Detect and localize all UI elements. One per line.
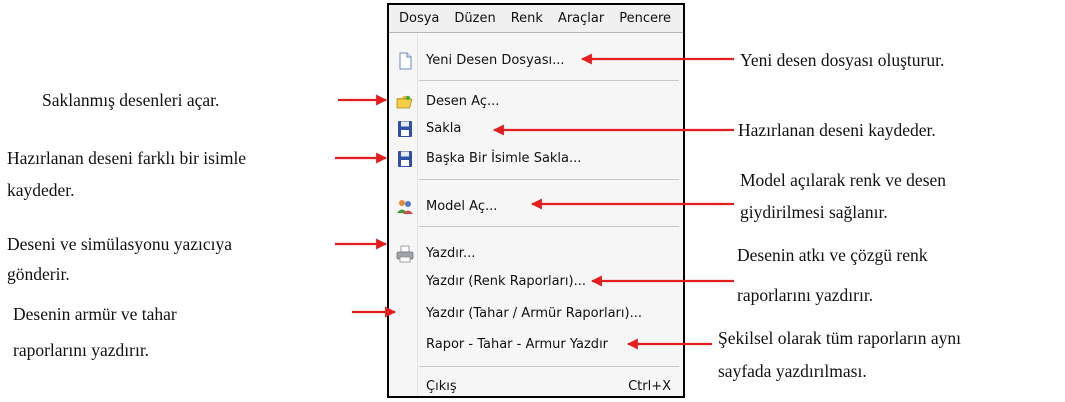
note-save-as-line1: Hazırlanan deseni farklı bir isimle [7,148,247,168]
note-open-pattern: Saklanmış desenleri açar. [42,90,220,110]
note-color-line1: Desenin atkı ve çözgü renk [737,245,928,265]
note-print-line2: gönderir. [7,264,70,284]
note-armur-line2: raporlarını yazdırır. [13,340,150,360]
note-model-line2: giydirilmesi sağlanır. [740,202,888,222]
note-save: Hazırlanan deseni kaydeder. [738,120,936,140]
note-all-line2: sayfada yazdırılması. [718,361,867,381]
note-armur-line1: Desenin armür ve tahar [13,304,177,324]
note-color-line2: raporlarını yazdırır. [737,285,874,305]
note-all-line1: Şekilsel olarak tüm raporların aynı [718,328,961,348]
note-new-file: Yeni desen dosyası oluşturur. [740,50,945,70]
note-print-line1: Deseni ve simülasyonu yazıcıya [7,234,233,254]
note-save-as-line2: kaydeder. [7,180,75,200]
note-model-line1: Model açılarak renk ve desen [740,170,947,190]
